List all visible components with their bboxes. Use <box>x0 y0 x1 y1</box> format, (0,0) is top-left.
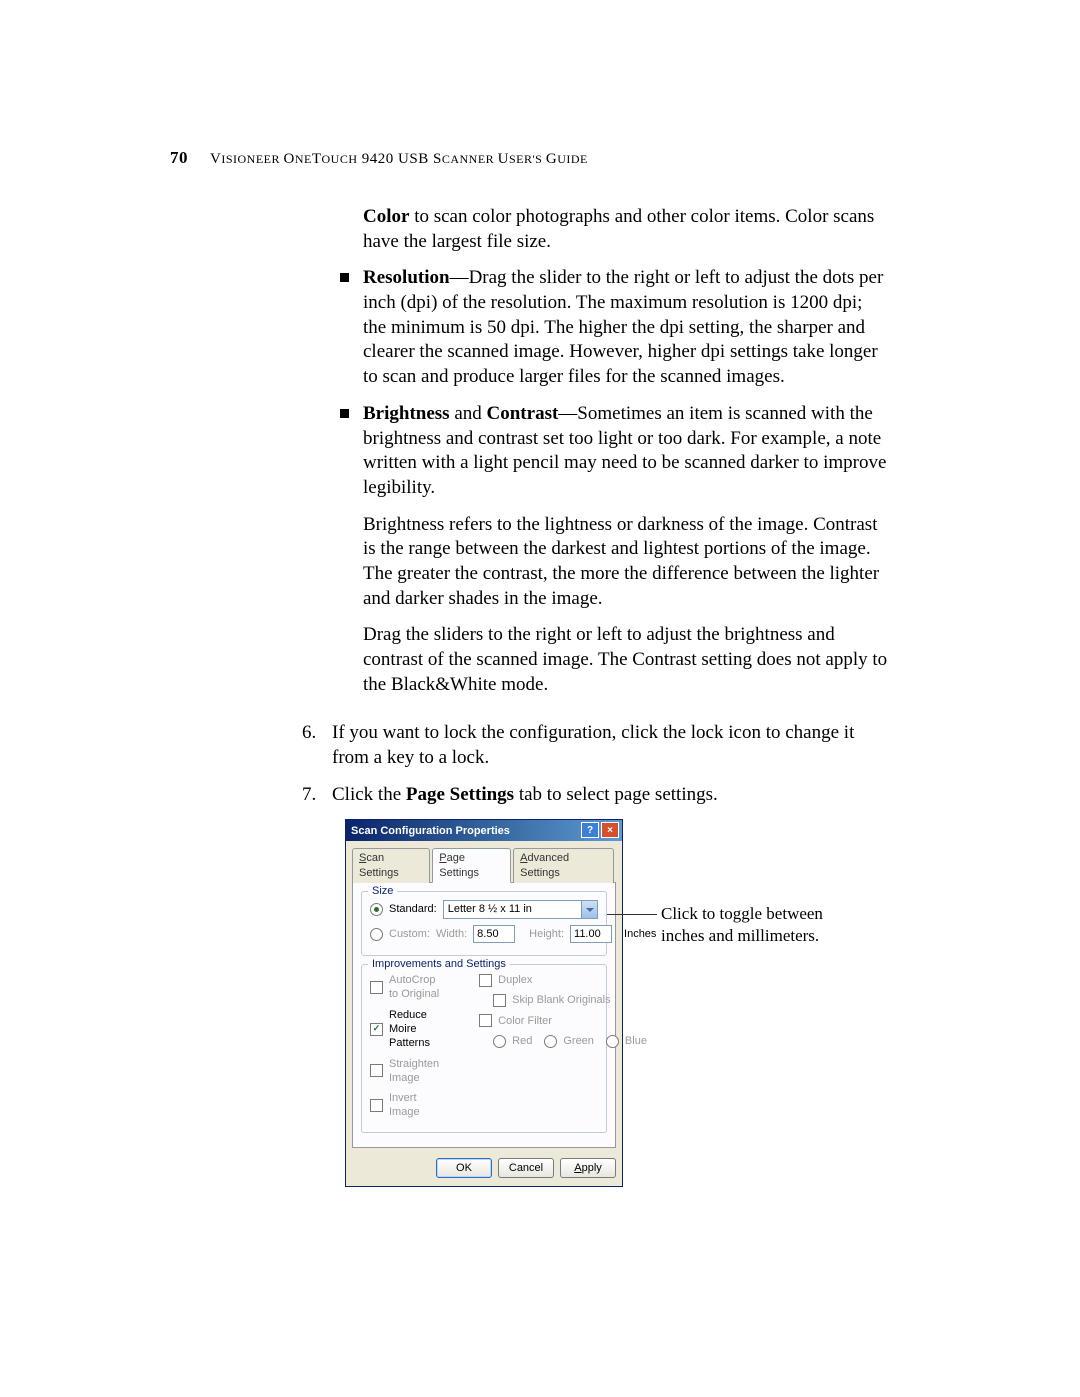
label-moire: Reduce Moire Patterns <box>389 1008 439 1051</box>
check-invert[interactable] <box>370 1099 383 1112</box>
group-size: Size Standard: Letter 8 ½ x 11 in Cust <box>361 891 607 956</box>
check-duplex[interactable] <box>479 974 492 987</box>
check-color-filter[interactable] <box>479 1014 492 1027</box>
page-number: 70 <box>170 148 188 167</box>
combo-paper-size[interactable]: Letter 8 ½ x 11 in <box>443 900 598 919</box>
bullet-brightness-contrast: Brightness and Contrast—Sometimes an ite… <box>340 402 890 710</box>
label-custom: Custom: <box>389 927 430 941</box>
input-height[interactable] <box>570 925 612 943</box>
tab-strip: SScan Settingscan Settings Page Settings… <box>352 847 616 883</box>
label-invert: Invert Image <box>389 1091 439 1120</box>
label-height: Height: <box>529 927 564 941</box>
dialog-wrapper: Scan Configuration Properties ? × SScan … <box>345 819 985 1186</box>
check-skip-blank[interactable] <box>493 994 506 1007</box>
radio-green[interactable] <box>544 1035 557 1048</box>
combo-paper-size-value: Letter 8 ½ x 11 in <box>444 901 581 918</box>
dialog-button-row: OK Cancel ApplyApply <box>346 1154 622 1186</box>
label-duplex: Duplex <box>498 973 532 987</box>
label-autocrop: AutoCrop to Original <box>389 973 439 1002</box>
check-moire[interactable] <box>370 1023 383 1036</box>
label-standard: Standard: <box>389 902 437 916</box>
tab-advanced-settings[interactable]: Advanced SettingsAdvanced Settings <box>513 848 614 883</box>
page-settings-panel: Size Standard: Letter 8 ½ x 11 in Cust <box>352 883 616 1148</box>
check-autocrop[interactable] <box>370 981 383 994</box>
radio-custom[interactable] <box>370 928 383 941</box>
label-red: Red <box>512 1034 532 1048</box>
cancel-button[interactable]: Cancel <box>498 1158 554 1178</box>
dialog-title: Scan Configuration Properties <box>351 824 510 838</box>
group-size-legend: Size <box>368 884 397 898</box>
body-content: Color to scan color photographs and othe… <box>320 205 890 1187</box>
label-color-filter: Color Filter <box>498 1014 552 1028</box>
close-button[interactable]: × <box>601 822 619 838</box>
units-toggle[interactable]: Inches <box>624 927 656 941</box>
group-improvements: Improvements and Settings AutoCrop to Or… <box>361 964 607 1133</box>
callout-leader-line <box>607 914 657 915</box>
label-skip-blank: Skip Blank Originals <box>512 993 610 1007</box>
header-title: VISIONEER ONETOUCH 9420 USB SCANNER USER… <box>210 151 588 167</box>
check-straighten[interactable] <box>370 1064 383 1077</box>
label-straighten: Straighten Image <box>389 1057 439 1086</box>
tab-page-settings[interactable]: Page SettingsPage Settings <box>432 848 511 883</box>
label-green: Green <box>563 1034 594 1048</box>
ok-button[interactable]: OK <box>436 1158 492 1178</box>
radio-red[interactable] <box>493 1035 506 1048</box>
radio-standard[interactable] <box>370 903 383 916</box>
input-width[interactable] <box>473 925 515 943</box>
label-width: Width: <box>436 927 467 941</box>
label-blue: Blue <box>625 1034 647 1048</box>
para-color: Color to scan color photographs and othe… <box>363 205 890 254</box>
chevron-down-icon[interactable] <box>581 901 597 918</box>
callout-units: Click to toggle between inches and milli… <box>661 903 861 946</box>
dialog-titlebar[interactable]: Scan Configuration Properties ? × <box>346 820 622 841</box>
apply-button[interactable]: ApplyApply <box>560 1158 616 1178</box>
square-bullet-icon <box>340 409 349 418</box>
page-header: 70 VISIONEER ONETOUCH 9420 USB SCANNER U… <box>170 148 870 168</box>
square-bullet-icon <box>340 273 349 282</box>
scan-config-dialog: Scan Configuration Properties ? × SScan … <box>345 819 623 1186</box>
step-7: 7. Click the Page Settings tab to select… <box>302 783 890 808</box>
tab-scan-settings[interactable]: SScan Settingscan Settings <box>352 848 430 883</box>
bullet-resolution: Resolution—Drag the slider to the right … <box>340 266 890 389</box>
group-improvements-legend: Improvements and Settings <box>368 957 510 971</box>
step-6: 6. If you want to lock the configuration… <box>302 721 890 770</box>
radio-blue[interactable] <box>606 1035 619 1048</box>
help-button[interactable]: ? <box>581 822 599 838</box>
